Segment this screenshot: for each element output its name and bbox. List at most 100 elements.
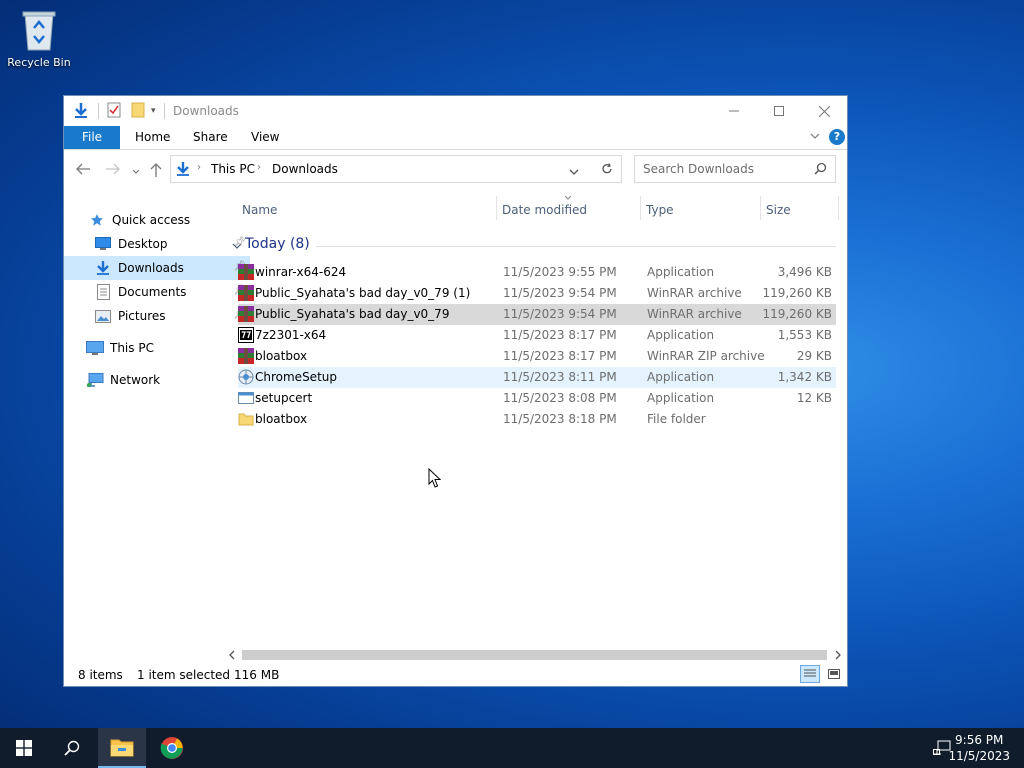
scroll-thumb[interactable] [242, 650, 827, 660]
tab-share[interactable]: Share [193, 126, 228, 149]
nav-desktop[interactable]: Desktop 📌︎ [64, 232, 250, 256]
group-header-today[interactable]: Today (8) [230, 236, 844, 258]
recycle-bin-label: Recycle Bin [7, 56, 71, 69]
divider [316, 246, 836, 247]
file-row[interactable]: Public_Syahata's bad day_v0_79 11/5/2023… [238, 304, 836, 325]
star-icon [88, 212, 106, 228]
properties-icon[interactable] [107, 102, 121, 121]
collapse-chevron-icon[interactable] [232, 239, 242, 255]
minimize-button[interactable] [711, 96, 757, 126]
column-header-name[interactable]: Name [242, 196, 277, 224]
status-bar: 8 items 1 item selected 116 MB [64, 662, 847, 686]
large-icons-view-icon[interactable] [824, 665, 844, 683]
scroll-left-icon[interactable] [228, 649, 236, 663]
file-type: Application [647, 328, 715, 342]
horizontal-scrollbar[interactable] [224, 648, 846, 662]
nav-quick-access[interactable]: Quick access [64, 208, 244, 232]
nav-label: Downloads [118, 261, 184, 275]
file-size: 1,342 KB [777, 370, 832, 384]
file-type: Application [647, 391, 715, 405]
nav-documents[interactable]: Documents 📌︎ [64, 280, 250, 304]
desktop-icon [94, 236, 112, 252]
search-box[interactable]: Search Downloads [634, 155, 836, 183]
close-button[interactable] [801, 96, 847, 126]
search-icon [64, 740, 80, 756]
file-type: Application [647, 265, 715, 279]
scroll-right-icon[interactable] [834, 649, 842, 663]
navigation-pane: Quick access Desktop 📌︎ Downloads 📌︎ Doc… [64, 190, 250, 650]
column-divider[interactable] [760, 196, 761, 220]
tab-file[interactable]: File [64, 126, 120, 149]
title-bar: ▾ Downloads [64, 96, 847, 126]
expand-ribbon-icon[interactable] [809, 130, 821, 145]
nav-network[interactable]: Network [64, 368, 242, 392]
file-row[interactable]: 7z2301-x64 11/5/2023 8:17 PM Application… [238, 325, 836, 346]
column-header-size[interactable]: Size [766, 196, 791, 224]
clock-time: 9:56 PM [955, 733, 1004, 747]
help-icon[interactable]: ? [829, 129, 845, 145]
search-icon[interactable] [814, 162, 827, 178]
recycle-bin-desktop-icon[interactable]: Recycle Bin [6, 6, 72, 69]
file-date: 11/5/2023 9:55 PM [503, 265, 617, 279]
file-row[interactable]: Public_Syahata's bad day_v0_79 (1) 11/5/… [238, 283, 836, 304]
customize-toolbar-icon[interactable]: ▾ [151, 106, 156, 116]
file-name: 7z2301-x64 [255, 328, 327, 342]
file-row[interactable]: ChromeSetup 11/5/2023 8:11 PM Applicatio… [238, 367, 836, 388]
taskbar-file-explorer[interactable] [98, 728, 146, 768]
column-header-type[interactable]: Type [646, 196, 674, 224]
start-button[interactable] [0, 728, 48, 768]
forward-button[interactable] [106, 163, 120, 179]
winrar-icon [238, 285, 254, 301]
nav-label: Network [110, 373, 161, 387]
recent-locations-chevron-icon[interactable] [132, 164, 140, 180]
breadcrumb-separator-icon: › [257, 162, 261, 173]
winrar-icon [238, 306, 254, 322]
back-button[interactable] [76, 163, 90, 179]
details-view-icon[interactable] [800, 665, 820, 683]
selection-size: 116 MB [234, 668, 280, 682]
file-list: Name Date modified Type Size Today (8) w… [230, 190, 844, 650]
column-divider[interactable] [496, 196, 497, 220]
folder-icon [238, 411, 254, 427]
column-header-date[interactable]: Date modified [502, 196, 587, 224]
system-clock[interactable]: 9:56 PM 11/5/2023 [948, 732, 1010, 764]
winrar-icon [238, 264, 254, 280]
tab-home[interactable]: Home [135, 126, 170, 149]
file-name: setupcert [255, 391, 313, 405]
file-size: 3,496 KB [777, 265, 832, 279]
selection-count: 1 item selected [137, 668, 231, 682]
taskbar-chrome[interactable] [148, 728, 196, 768]
file-size: 1,553 KB [777, 328, 832, 342]
file-date: 11/5/2023 8:18 PM [503, 412, 617, 426]
file-row[interactable]: bloatbox 11/5/2023 8:18 PM File folder [238, 409, 836, 430]
file-date: 11/5/2023 8:17 PM [503, 349, 617, 363]
breadcrumb-downloads[interactable]: Downloads [272, 162, 338, 176]
breadcrumb-this-pc[interactable]: This PC [211, 162, 255, 176]
app-icon [238, 390, 254, 406]
search-button[interactable] [48, 728, 96, 768]
recycle-bin-icon [19, 6, 59, 52]
window-title: Downloads [173, 104, 239, 118]
nav-this-pc[interactable]: This PC [64, 336, 242, 360]
file-row[interactable]: bloatbox 11/5/2023 8:17 PM WinRAR ZIP ar… [238, 346, 836, 367]
nav-downloads[interactable]: Downloads 📌︎ [64, 256, 250, 280]
pictures-icon [94, 308, 112, 324]
clock-date: 11/5/2023 [948, 749, 1010, 763]
file-date: 11/5/2023 8:08 PM [503, 391, 617, 405]
nav-label: Pictures [118, 309, 166, 323]
file-row[interactable]: setupcert 11/5/2023 8:08 PM Application … [238, 388, 836, 409]
tab-view[interactable]: View [251, 126, 279, 149]
refresh-button[interactable] [592, 155, 622, 183]
column-divider[interactable] [640, 196, 641, 220]
file-date: 11/5/2023 9:54 PM [503, 286, 617, 300]
group-label: Today (8) [245, 236, 310, 252]
search-input[interactable]: Search Downloads [643, 162, 754, 176]
nav-pictures[interactable]: Pictures 📌︎ [64, 304, 250, 328]
file-row[interactable]: winrar-x64-624 11/5/2023 9:55 PM Applica… [238, 262, 836, 283]
up-button[interactable] [150, 163, 162, 181]
maximize-button[interactable] [756, 96, 802, 126]
column-divider[interactable] [838, 196, 839, 220]
address-dropdown-icon[interactable] [569, 165, 579, 179]
new-folder-icon[interactable] [131, 102, 145, 121]
address-bar[interactable]: › This PC › Downloads [170, 155, 622, 183]
